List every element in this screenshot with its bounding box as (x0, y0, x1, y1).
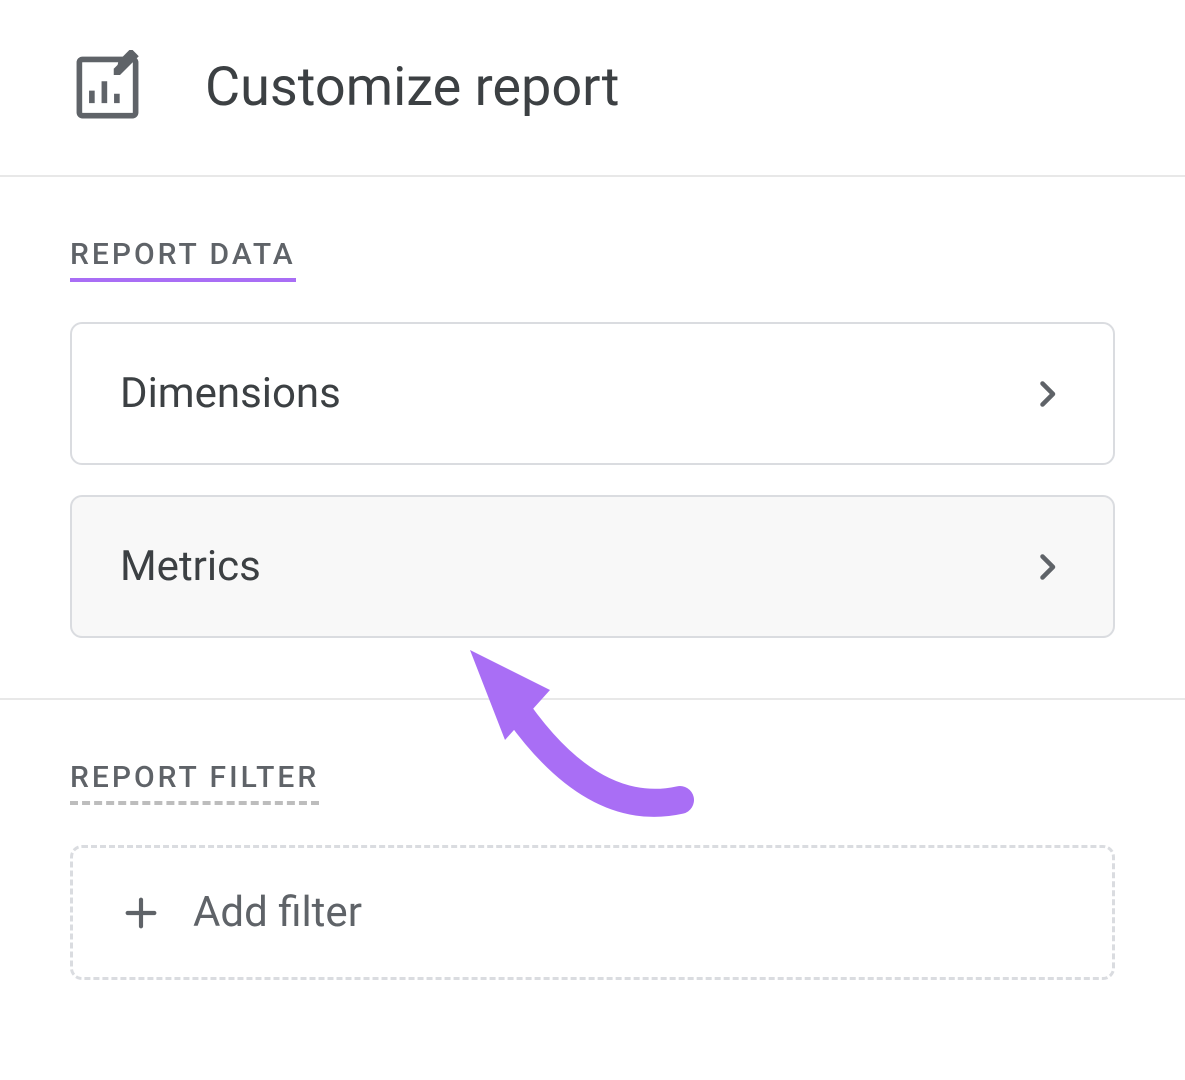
metrics-label: Metrics (120, 542, 261, 591)
dimensions-label: Dimensions (120, 369, 341, 418)
add-filter-button[interactable]: Add filter (70, 845, 1115, 980)
customize-report-icon (70, 50, 145, 125)
page-title: Customize report (205, 56, 619, 119)
chevron-right-icon (1029, 549, 1065, 585)
header: Customize report (0, 0, 1185, 177)
report-filter-section: REPORT FILTER Add filter (0, 700, 1185, 1010)
add-filter-label: Add filter (193, 888, 362, 937)
dimensions-row[interactable]: Dimensions (70, 322, 1115, 465)
plus-icon (121, 893, 161, 933)
section-label-report-data: REPORT DATA (70, 237, 296, 282)
section-label-report-filter: REPORT FILTER (70, 760, 319, 805)
report-data-section: REPORT DATA Dimensions Metrics (0, 177, 1185, 700)
metrics-row[interactable]: Metrics (70, 495, 1115, 638)
chevron-right-icon (1029, 376, 1065, 412)
